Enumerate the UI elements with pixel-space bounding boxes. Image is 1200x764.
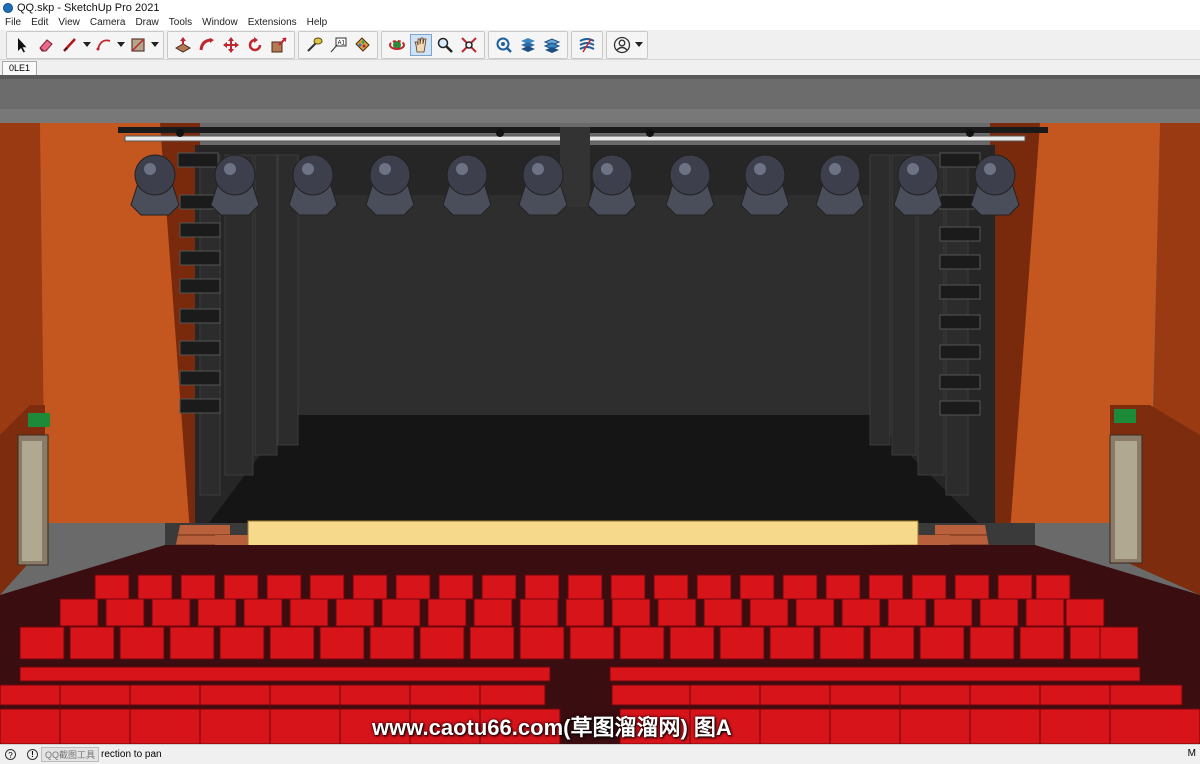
chevron-down-icon <box>151 41 159 47</box>
geo-location-icon[interactable]: ? <box>5 749 16 760</box>
shape-tool[interactable] <box>127 34 149 56</box>
menu-view[interactable]: View <box>53 17 85 28</box>
pan-tool[interactable] <box>410 33 432 56</box>
scale-tool[interactable] <box>268 34 290 56</box>
status-tag: QQ截图工具 <box>41 747 100 762</box>
tape-measure-icon <box>307 37 323 52</box>
text-tool[interactable]: A1 <box>327 34 349 56</box>
zoom-tool[interactable] <box>434 34 456 56</box>
menu-window[interactable]: Window <box>197 17 243 28</box>
layout-button[interactable] <box>541 34 563 56</box>
account-button[interactable] <box>611 34 633 56</box>
menu-draw[interactable]: Draw <box>130 17 163 28</box>
paint-bucket-tool[interactable] <box>351 34 373 56</box>
push-pull-tool[interactable] <box>172 34 194 56</box>
chevron-down-icon <box>83 41 91 47</box>
select-tool[interactable] <box>11 34 33 56</box>
shape-icon <box>131 37 145 52</box>
account-dropdown[interactable] <box>634 34 644 56</box>
auditorium-model <box>0 75 1200 744</box>
chevron-down-icon <box>635 41 643 47</box>
3d-warehouse-icon <box>496 37 512 53</box>
zoom-icon <box>437 37 453 53</box>
move-tool[interactable] <box>220 34 242 56</box>
menu-extensions[interactable]: Extensions <box>243 17 302 28</box>
right-exit-sign <box>1114 409 1136 423</box>
status-bar: ? ! QQ截图工具 rection to pan M <box>0 744 1200 764</box>
main-toolbar: A1 <box>0 30 1200 60</box>
tape-measure-tool[interactable] <box>303 34 325 56</box>
extension-warehouse-button[interactable] <box>517 34 539 56</box>
zoom-extents-tool[interactable] <box>458 34 480 56</box>
backdrop <box>290 195 870 415</box>
sandbox-icon <box>579 37 595 52</box>
menu-tools[interactable]: Tools <box>164 17 197 28</box>
sandbox-button[interactable] <box>576 34 598 56</box>
layout-icon <box>543 37 561 53</box>
menu-camera[interactable]: Camera <box>85 17 131 28</box>
eraser-tool[interactable] <box>35 34 57 56</box>
scale-icon <box>271 36 287 52</box>
3d-warehouse-button[interactable] <box>493 34 515 56</box>
menu-edit[interactable]: Edit <box>26 17 53 28</box>
left-exit-sign <box>28 413 50 427</box>
extension-warehouse-icon <box>521 37 535 52</box>
shape-tool-dropdown[interactable] <box>150 34 160 56</box>
line-tool-dropdown[interactable] <box>82 34 92 56</box>
orbit-tool[interactable] <box>386 34 408 56</box>
status-text: rection to pan <box>101 749 162 760</box>
svg-text:A1: A1 <box>338 40 346 46</box>
rotate-tool[interactable] <box>244 34 266 56</box>
arc-icon <box>96 38 111 50</box>
follow-me-icon <box>199 37 214 50</box>
account-icon <box>613 36 631 53</box>
scene-tabs-bar: 0LE1 <box>0 61 1200 75</box>
move-icon <box>223 36 239 53</box>
zoom-extents-icon <box>461 36 477 53</box>
toolbar-group-camera <box>381 30 485 59</box>
toolbar-group-warehouse <box>488 30 568 59</box>
menu-help[interactable]: Help <box>302 17 333 28</box>
push-pull-icon <box>174 36 192 53</box>
text-icon: A1 <box>330 37 347 52</box>
info-icon[interactable]: ! <box>27 749 38 760</box>
rotate-icon <box>248 36 262 51</box>
orbit-icon <box>389 39 405 50</box>
chevron-down-icon <box>117 41 125 47</box>
toolbar-group-construct: A1 <box>298 30 378 59</box>
toolbar-group-sandbox <box>571 30 603 59</box>
scene-tab[interactable]: 0LE1 <box>2 61 38 75</box>
line-tool[interactable] <box>59 34 81 56</box>
menu-bar: File Edit View Camera Draw Tools Window … <box>0 15 1200 30</box>
toolbar-group-draw <box>6 30 164 59</box>
line-icon <box>63 37 76 52</box>
menu-file[interactable]: File <box>0 17 26 28</box>
3d-viewport[interactable] <box>0 75 1200 744</box>
measurements-label: M <box>1187 748 1196 759</box>
toolbar-group-account <box>606 30 648 59</box>
arc-tool-dropdown[interactable] <box>116 34 126 56</box>
title-bar: QQ.skp - SketchUp Pro 2021 <box>0 0 1200 15</box>
follow-me-tool[interactable] <box>196 34 218 56</box>
paint-bucket-icon <box>355 36 370 52</box>
arc-tool[interactable] <box>93 34 115 56</box>
select-icon <box>18 37 27 52</box>
window-title: QQ.skp - SketchUp Pro 2021 <box>17 1 160 14</box>
eraser-icon <box>39 38 53 51</box>
sketchup-app-icon <box>3 2 13 13</box>
watermark: www.caotu66.com(草图溜溜网) 图A <box>372 715 732 740</box>
pan-icon <box>414 37 427 52</box>
toolbar-group-edit <box>167 30 295 59</box>
